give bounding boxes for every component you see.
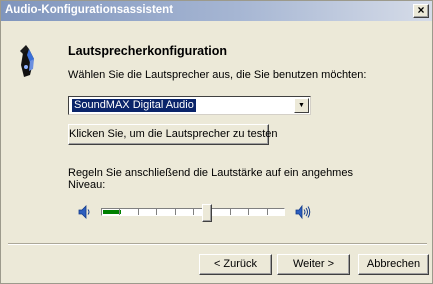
volume-slider-tick xyxy=(175,209,176,215)
close-button[interactable]: × xyxy=(413,4,429,18)
volume-slider-thumb[interactable] xyxy=(202,204,212,222)
volume-slider[interactable] xyxy=(101,204,285,222)
speaker-select-value: SoundMAX Digital Audio xyxy=(71,98,197,113)
chevron-down-icon[interactable]: ▼ xyxy=(294,98,309,113)
volume-instruction: Regeln Sie anschließend die Lautstärke a… xyxy=(68,167,353,191)
back-button[interactable]: < Zurück xyxy=(199,254,272,275)
volume-slider-tick xyxy=(138,209,139,215)
volume-slider-tick xyxy=(156,209,157,215)
speaker-low-icon xyxy=(78,205,90,219)
page-heading: Lautsprecherkonfiguration xyxy=(68,44,228,58)
volume-slider-tick xyxy=(119,209,120,215)
speaker-instruction: Wählen Sie die Lautsprecher aus, die Sie… xyxy=(68,69,367,81)
speaker-select[interactable]: SoundMAX Digital Audio ▼ xyxy=(68,96,311,115)
next-button[interactable]: Weiter > xyxy=(277,254,350,275)
window-title: Audio-Konfigurationsassistent xyxy=(5,4,174,16)
volume-slider-tick xyxy=(248,209,249,215)
volume-slider-tick xyxy=(193,209,194,215)
speaker-wizard-icon xyxy=(20,45,34,77)
audio-wizard-window: Audio-Konfigurationsassistent × Lautspre… xyxy=(0,0,433,284)
volume-slider-tick xyxy=(267,209,268,215)
test-speakers-button[interactable]: Klicken Sie, um die Lautsprecher zu test… xyxy=(68,124,278,145)
volume-slider-tick xyxy=(230,209,231,215)
title-bar[interactable]: Audio-Konfigurationsassistent × xyxy=(1,1,432,21)
cancel-button[interactable]: Abbrechen xyxy=(358,254,429,275)
footer-separator xyxy=(8,243,427,245)
speaker-high-icon xyxy=(295,204,311,220)
